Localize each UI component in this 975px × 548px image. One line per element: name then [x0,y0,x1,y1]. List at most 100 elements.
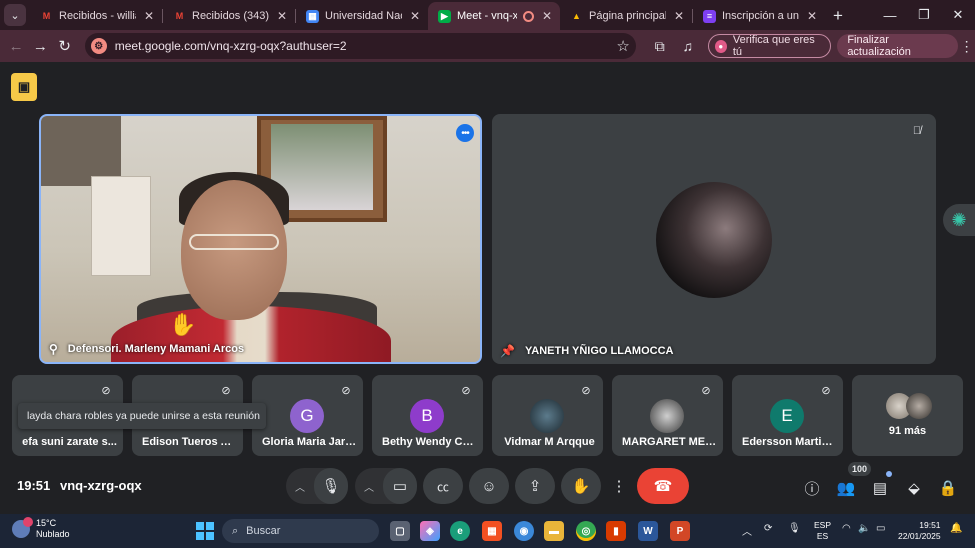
meeting-details-icon[interactable]: ⓘ [800,476,824,500]
participant-name: MARGARET MEN... [622,436,717,448]
chevron-up-icon[interactable]: ︿ [742,523,752,538]
browser-tab[interactable]: M Recibidos - williamva ✕ [30,2,162,30]
store-icon[interactable]: ▦ [482,521,502,541]
participant-name: Gloria Maria Jara... [262,436,357,448]
drive-icon: ▲ [572,11,581,21]
browser-tab[interactable]: ≡ Inscripción a un even ✕ [693,2,825,30]
address-bar[interactable]: ⚙ meet.google.com/vnq-xzrg-oqx?authuser=… [84,33,636,59]
captions-off-icon[interactable]: ▣ [11,73,37,101]
participant-tile-featured[interactable]: 🎙̸ 📌 YANETH YÑIGO LLAMOCCA [492,114,936,364]
avatar [530,399,564,433]
participant-tile[interactable]: ⊘ E Edersson Martin... [732,375,843,456]
chrome-icon[interactable]: ◎ [576,521,596,541]
microphone-icon[interactable]: 🎙 [788,523,801,534]
finish-update-button[interactable]: Finalizar actualización [837,34,959,58]
mic-off-icon: ⊘ [101,384,111,397]
chevron-up-icon[interactable]: ︿ [355,479,383,494]
notification-bell-icon[interactable]: 🔔 [950,523,962,534]
chevron-up-icon[interactable]: ︿ [286,479,314,494]
sync-icon[interactable]: ⟳ [764,523,772,534]
volume-icon[interactable]: 🔈 [858,523,870,534]
meeting-time: 19:51 [17,478,51,493]
join-notification: layda chara robles ya puede unirse a est… [18,403,266,429]
pin-icon[interactable]: ⚲ [49,342,58,356]
site-info-icon[interactable]: ⚙ [90,38,107,54]
close-tab-icon[interactable]: ✕ [672,9,686,23]
wifi-icon[interactable]: ◠ [842,523,851,534]
avatar [656,182,772,298]
extensions-icon[interactable]: ⧉ [646,38,674,55]
video-person [181,180,287,320]
url-text[interactable]: meet.google.com/vnq-xzrg-oqx?authuser=2 [115,39,617,53]
clock[interactable]: 19:51 22/01/2025 [898,520,941,542]
participant-name: Edersson Martin... [742,436,837,448]
restore-icon[interactable]: ❐ [907,0,941,30]
close-tab-icon[interactable]: ✕ [540,9,554,23]
browser-tab[interactable]: M Recibidos (343) - defe ✕ [163,2,295,30]
mic-off-icon: ⊘ [701,384,711,397]
close-window-icon[interactable]: ✕ [941,0,975,30]
tab-search-button[interactable]: ⌄ [4,4,26,26]
participant-tile[interactable]: ⊘ Vidmar M Arqque [492,375,603,456]
participant-tile-featured[interactable]: ✋ ••• ⚲ Defensori. Marleny Mamani Arcos [39,114,482,364]
raise-hand-button[interactable]: ✋ [561,468,601,504]
pin-icon[interactable]: 📌 [500,344,515,358]
close-tab-icon[interactable]: ✕ [275,9,289,23]
profile-icon: ● [714,39,727,53]
close-tab-icon[interactable]: ✕ [142,9,156,23]
present-button[interactable]: ⇪ [515,468,555,504]
participant-tile[interactable]: ⊘ MARGARET MEN... [612,375,723,456]
new-tab-button[interactable]: + [825,4,851,30]
mic-off-icon: ⊘ [341,384,351,397]
microphone-icon[interactable]: 🎙 [314,468,348,504]
windows-start-icon[interactable] [196,522,214,540]
more-options-button[interactable]: ⋮ [607,468,631,504]
activities-icon[interactable]: ⬙ [902,476,926,500]
meet-icon: ▶ [438,9,451,23]
participant-tile[interactable]: ⊘ B Bethy Wendy Ca... [372,375,483,456]
participant-tile[interactable]: ⊘ G Gloria Maria Jara... [252,375,363,456]
browser-tab[interactable]: ▲ Página principal - Go ✕ [560,2,692,30]
battery-icon[interactable]: ▭ [876,523,885,534]
people-icon[interactable]: 👥 [834,476,858,500]
minimize-icon[interactable]: — [873,0,907,30]
media-controls-icon[interactable]: ♫ [674,38,702,54]
back-icon[interactable]: ← [4,33,28,59]
close-tab-icon[interactable]: ✕ [408,9,422,23]
verify-identity-button[interactable]: ● Verifica que eres tú [707,34,832,58]
video-feed: ✋ [41,116,480,362]
powerpoint-icon[interactable]: P [670,521,690,541]
mic-off-icon: 🎙̸ [912,125,922,137]
language-indicator[interactable]: ESP ES [814,520,831,542]
task-view-icon[interactable]: ▢ [390,521,410,541]
taskbar-search[interactable]: ⌕ Buscar [222,519,379,543]
copilot-icon[interactable]: ◈ [420,521,440,541]
word-icon[interactable]: W [638,521,658,541]
close-tab-icon[interactable]: ✕ [805,9,819,23]
gemini-icon[interactable]: ✺ [943,204,975,236]
app-icon[interactable]: ▮ [606,521,626,541]
leave-call-button[interactable]: ☎ [637,468,689,504]
host-controls-icon[interactable]: 🔒 [936,476,960,500]
participant-name: 📌 YANETH YÑIGO LLAMOCCA [500,344,674,358]
chat-icon[interactable]: ▤ [868,476,892,500]
weather-widget[interactable]: 15°C Nublado [12,517,70,540]
bookmark-star-icon[interactable]: ☆ [616,37,629,55]
file-explorer-icon[interactable]: ▬ [544,521,564,541]
more-options-icon[interactable]: ••• [456,124,474,142]
forward-icon[interactable]: → [28,33,52,59]
more-participants-tile[interactable]: 91 más [852,375,963,456]
reload-icon[interactable]: ↻ [53,33,77,59]
meeting-code: vnq-xzrg-oqx [60,478,142,493]
window-controls: — ❐ ✕ [873,0,975,30]
browser-menu-icon[interactable]: ⋮ [958,38,975,55]
captions-button[interactable]: ㏄ [423,468,463,504]
browser-alt-icon[interactable]: ◉ [514,521,534,541]
avatar [650,399,684,433]
camera-icon[interactable]: ▭ [383,468,417,504]
search-icon: ⌕ [232,524,239,537]
edge-icon[interactable]: e [450,521,470,541]
emoji-button[interactable]: ☺ [469,468,509,504]
browser-tab[interactable]: ▦ Universidad Nacional ✕ [296,2,428,30]
browser-tab-active[interactable]: ▶ Meet - vnq-xzrg- ✕ [428,2,560,30]
